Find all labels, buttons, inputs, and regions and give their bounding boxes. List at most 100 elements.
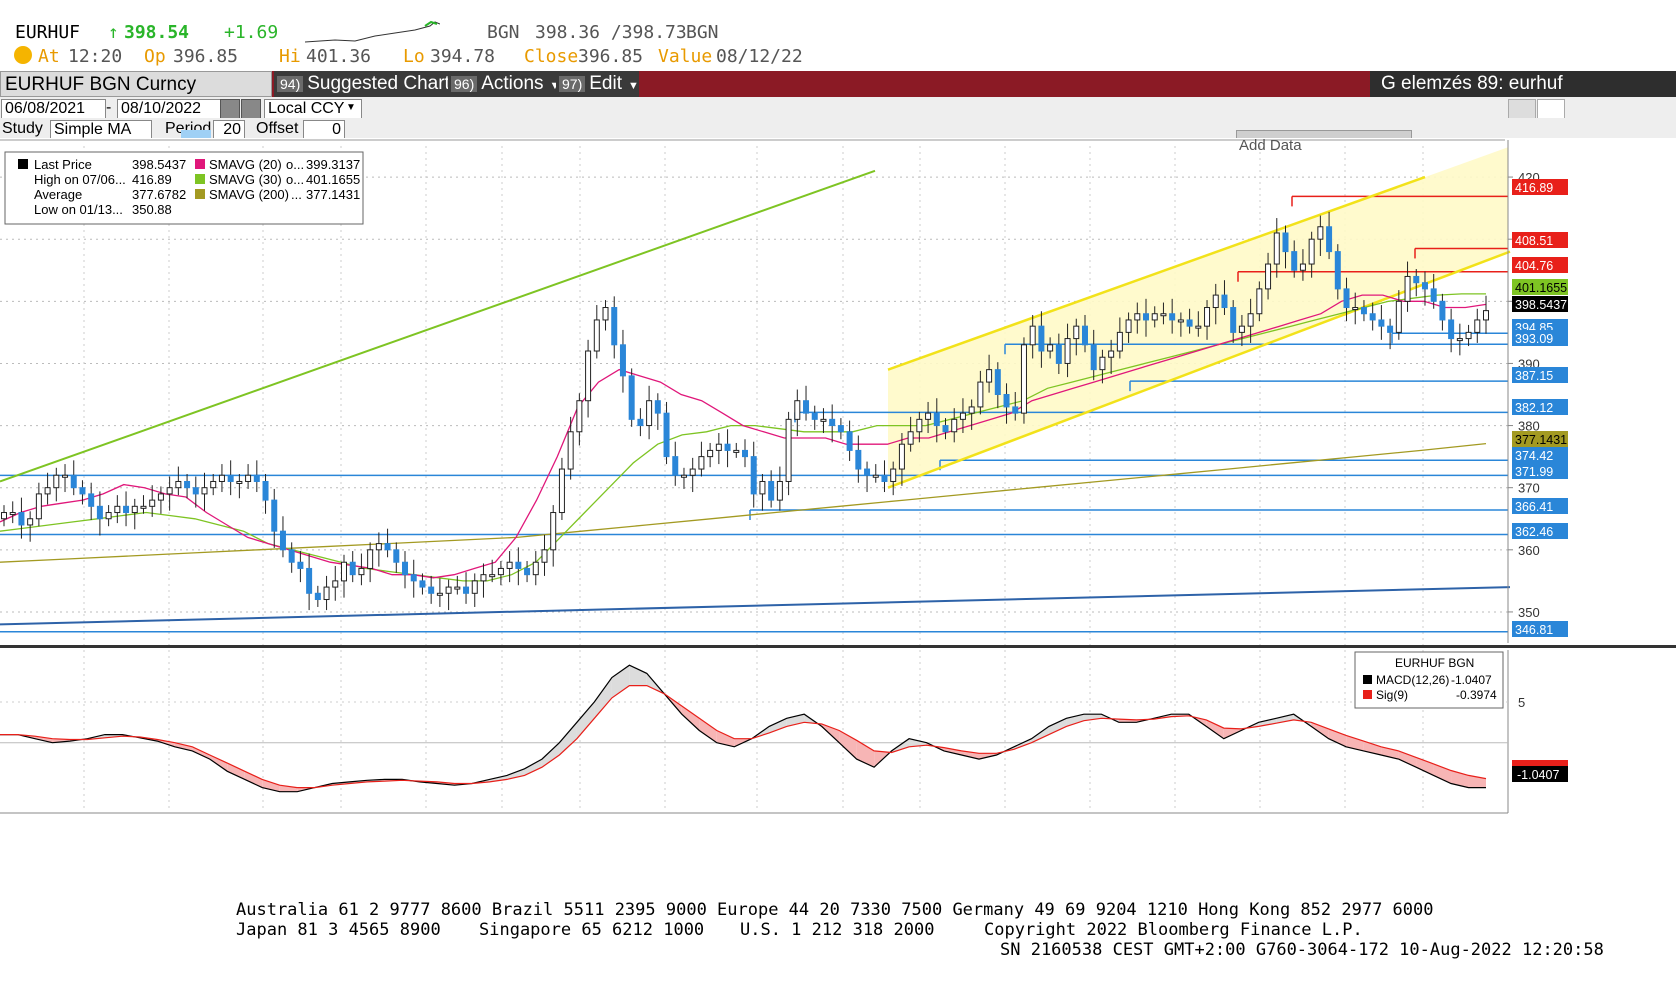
ticker: EURHUF: [15, 22, 81, 43]
legend-avg-label: Average: [34, 187, 82, 202]
x-tick-label: Apr 29: [901, 816, 939, 818]
period-input[interactable]: 20: [213, 120, 245, 140]
candle-up: [776, 480, 783, 501]
legend-ma200-value: 377.1431: [306, 187, 360, 202]
edit-menu[interactable]: 97) Edit ▼: [556, 71, 639, 97]
price-change: +1.69: [224, 22, 279, 43]
candle-down: [994, 369, 1001, 395]
candle-down: [88, 493, 95, 507]
candle-up: [785, 418, 792, 482]
candle-down: [1221, 294, 1228, 309]
actions-num: 96): [451, 76, 478, 92]
candle-up: [375, 543, 382, 551]
bid-ask: 398.36 /398.73: [535, 22, 687, 43]
candle-up: [925, 412, 932, 420]
legend-ma30-trunc: o...: [286, 172, 304, 187]
candle-down: [297, 561, 304, 569]
candle-down: [1343, 288, 1350, 309]
redo-icon[interactable]: [1537, 99, 1565, 119]
edit-label: Edit: [589, 73, 622, 94]
candle-up: [367, 549, 374, 569]
candle-up: [62, 474, 69, 478]
candle-up: [1238, 325, 1245, 333]
candle-down: [1326, 226, 1333, 253]
x-tick-label: Jun 30: [1240, 816, 1279, 818]
candle-down: [70, 474, 77, 489]
study-toolbar: Study Simple MA Period 20 Offset 0: [0, 118, 1676, 141]
candle-up: [593, 319, 600, 352]
hi-label: Hi: [279, 46, 301, 67]
undo-icon[interactable]: [1508, 99, 1536, 119]
date-to-input[interactable]: 08/10/2022: [117, 99, 223, 119]
date-from-input[interactable]: 06/08/2021: [1, 99, 106, 119]
candle-up: [646, 400, 653, 427]
chart-area: Add Data 350360370380390400410420 416.89…: [0, 138, 1676, 818]
candle-up: [759, 480, 766, 495]
candle-down: [933, 412, 940, 427]
candle-down: [123, 505, 130, 514]
period-button[interactable]: [220, 99, 240, 119]
macd-tag-label: -1.0407: [1517, 768, 1559, 782]
candle-up: [1265, 263, 1272, 290]
study-select[interactable]: Simple MA: [50, 120, 152, 140]
candle-up: [550, 512, 557, 551]
candle-up: [1204, 307, 1211, 327]
candle-up: [1352, 307, 1359, 311]
x-tick-label: Feb 28: [560, 816, 600, 818]
candle-down: [1360, 307, 1367, 315]
actions-label: Actions: [481, 73, 544, 94]
macd-legend: EURHUF BGN MACD(12,26) -1.0407 Sig(9) -0…: [1354, 651, 1504, 709]
edit-num: 97): [559, 76, 586, 92]
candle-up: [916, 418, 923, 433]
price-tag-label: 362.46: [1515, 525, 1553, 539]
candle-down: [515, 561, 522, 569]
security-field[interactable]: EURHUF BGN Curncy: [0, 71, 272, 97]
candle-down: [428, 586, 435, 594]
candle-down: [1012, 406, 1019, 414]
candle-up: [323, 586, 330, 601]
legend-ma30-value: 401.1655: [306, 172, 360, 187]
sig-value: -0.3974: [1456, 688, 1497, 702]
candle-up: [1195, 325, 1202, 329]
candle-up: [35, 493, 42, 520]
range-button[interactable]: [241, 99, 261, 119]
actions-menu[interactable]: 96) Actions ▼: [448, 71, 560, 97]
legend-last-value: 398.5437: [132, 157, 186, 172]
candle-up: [1125, 319, 1132, 333]
candle-up: [471, 580, 478, 594]
price-tag-label: 377.1431: [1515, 433, 1567, 447]
candle-down: [1081, 325, 1088, 346]
candle-up: [707, 449, 714, 458]
candle-up: [218, 474, 225, 482]
suggested-charts-button[interactable]: 94) Suggested Charts: [274, 71, 459, 97]
panel-divider[interactable]: [0, 645, 1676, 648]
candle-down: [1038, 325, 1045, 352]
candle-down: [1413, 275, 1420, 284]
x-tick-label: Jan 31: [406, 816, 445, 818]
suggested-label: Suggested Charts: [307, 73, 460, 94]
candle-up: [489, 574, 496, 578]
offset-input[interactable]: 0: [303, 120, 345, 140]
candle-down: [253, 474, 260, 482]
candle-down: [18, 512, 25, 526]
candle-up: [585, 350, 592, 402]
candle-up: [1395, 300, 1402, 333]
x-tick-label: Apr 15: [824, 816, 862, 818]
bid-source: BGN: [487, 22, 520, 43]
candle-up: [175, 480, 182, 489]
candle-up: [445, 586, 452, 594]
candle-up: [959, 412, 966, 420]
candle-down: [637, 418, 644, 427]
candle-down: [271, 499, 278, 532]
candle-down: [79, 487, 86, 495]
candle-up: [1029, 325, 1036, 346]
candle-down: [724, 443, 731, 451]
candle-up: [1256, 288, 1263, 315]
candle-up: [157, 493, 164, 501]
candle-up: [1, 512, 7, 520]
sig-swatch: [1363, 690, 1372, 699]
candle-down: [306, 567, 313, 594]
candle-up: [532, 561, 539, 576]
candle-up: [872, 474, 879, 478]
candle-up: [951, 418, 958, 433]
